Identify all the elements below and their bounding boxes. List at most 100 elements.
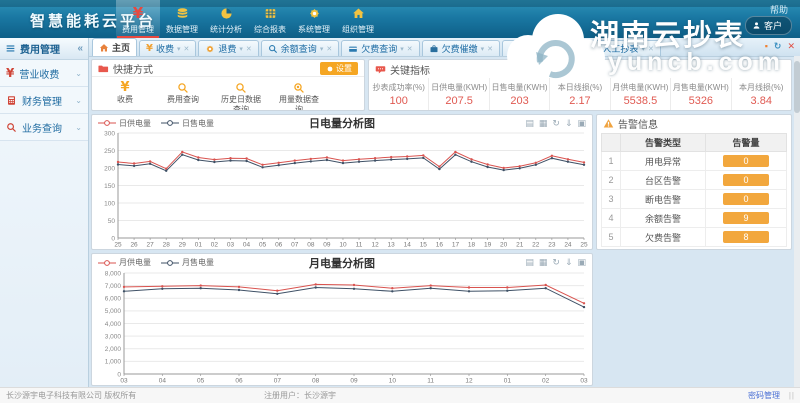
- tab-退费[interactable]: 退费▾✕: [198, 40, 258, 56]
- folder-icon: [98, 63, 109, 74]
- user-button[interactable]: 客户: [745, 16, 792, 35]
- svg-text:6,000: 6,000: [105, 296, 122, 303]
- database-icon: [176, 7, 189, 20]
- alarm-panel: 告警信息 告警类型告警量 1用电异常02台区告警03断电告警04余额告警95欠费…: [596, 114, 792, 250]
- chart-switch-icon[interactable]: ▦: [539, 119, 548, 128]
- shortcut-用量数据查询[interactable]: 用量数据查询: [276, 81, 322, 111]
- svg-text:05: 05: [197, 378, 205, 385]
- data-view-icon[interactable]: ▤: [525, 258, 534, 267]
- svg-text:01: 01: [504, 378, 512, 385]
- table-row[interactable]: 5欠费告警8: [602, 228, 787, 247]
- nav-item-费用管理[interactable]: ¥费用管理: [116, 0, 160, 38]
- svg-text:16: 16: [436, 242, 444, 249]
- alarm-column-header: [602, 134, 621, 152]
- svg-text:13: 13: [388, 242, 396, 249]
- legend-item-日供电量[interactable]: 日供电量: [98, 118, 151, 129]
- content-area: 快捷方式 设置 ¥收费费用查询历史日数据查询用量数据查询 关键指标 抄表成功率(…: [89, 57, 800, 388]
- svg-text:06: 06: [275, 242, 283, 249]
- settings-button[interactable]: 设置: [320, 62, 358, 75]
- sidebar-item-营业收费[interactable]: ¥营业收费⌄: [0, 60, 88, 87]
- download-icon[interactable]: ⇓: [565, 258, 573, 267]
- svg-text:07: 07: [274, 378, 282, 385]
- chevron-down-icon: ⌄: [75, 96, 82, 105]
- svg-text:3,000: 3,000: [105, 333, 122, 340]
- tab-欠费查询[interactable]: 欠费查询▾✕: [341, 40, 419, 56]
- password-manage-link[interactable]: 密码管理: [748, 390, 780, 401]
- table-row[interactable]: 1用电异常0: [602, 152, 787, 171]
- table-row[interactable]: 4余额告警9: [602, 209, 787, 228]
- caret-down-icon[interactable]: ▾: [177, 45, 181, 53]
- legend-item-月供电量[interactable]: 月供电量: [98, 257, 151, 268]
- close-tab-icon[interactable]: ✕: [648, 45, 654, 53]
- orange-square-icon[interactable]: ▪: [765, 42, 768, 51]
- save-image-icon[interactable]: ▣: [577, 258, 586, 267]
- shortcut-历史日数据查询[interactable]: 历史日数据查询: [218, 81, 264, 111]
- close-tab-icon[interactable]: ✕: [184, 45, 190, 53]
- legend-item-月售电量[interactable]: 月售电量: [161, 257, 214, 268]
- nav-item-综合报表[interactable]: 综合报表: [248, 0, 292, 38]
- svg-text:8,000: 8,000: [105, 270, 122, 277]
- svg-text:23: 23: [548, 242, 556, 249]
- shortcut-label: 用量数据查询: [276, 95, 322, 111]
- svg-text:09: 09: [323, 242, 331, 249]
- close-tab-icon[interactable]: ✕: [407, 45, 413, 53]
- svg-text:50: 50: [108, 218, 116, 225]
- nav-item-数据管理[interactable]: 数据管理: [160, 0, 204, 38]
- vertical-scrollbar[interactable]: [794, 56, 800, 387]
- caret-down-icon[interactable]: ▾: [561, 45, 565, 53]
- save-image-icon[interactable]: ▣: [577, 119, 586, 128]
- caret-down-icon[interactable]: ▾: [239, 45, 243, 53]
- shortcuts-title: 快捷方式: [113, 61, 153, 76]
- help-link[interactable]: 帮助: [770, 3, 788, 16]
- svg-text:17: 17: [452, 242, 460, 249]
- kpi-月售电量(KWH): 月售电量(KWH)5326: [670, 78, 730, 110]
- close-tab-icon[interactable]: ✕: [568, 45, 574, 53]
- table-row[interactable]: 3断电告警0: [602, 190, 787, 209]
- sidebar-item-财务管理[interactable]: 财务管理⌄: [0, 87, 88, 114]
- caret-down-icon[interactable]: ▾: [641, 45, 645, 53]
- caret-down-icon[interactable]: ▾: [481, 45, 485, 53]
- copyright-text: 长沙源宇电子科技有限公司 版权所有: [6, 390, 136, 401]
- sidebar-header[interactable]: 费用管理 «: [0, 38, 88, 60]
- kpi-label: 本日线损(%): [558, 82, 602, 93]
- main-nav: ¥费用管理数据管理统计分析综合报表系统管理组织管理: [116, 0, 380, 38]
- tab-收费[interactable]: ¥收费▾✕: [139, 40, 196, 56]
- svg-text:5,000: 5,000: [105, 308, 122, 315]
- footer-handle-icon[interactable]: ||: [789, 391, 795, 400]
- nav-item-统计分析[interactable]: 统计分析: [204, 0, 248, 38]
- svg-text:03: 03: [227, 242, 235, 249]
- tab-余额查询[interactable]: 余额查询▾✕: [261, 40, 339, 56]
- table-row[interactable]: 2台区告警0: [602, 171, 787, 190]
- tab-主页[interactable]: 主页: [92, 38, 137, 56]
- nav-item-label: 系统管理: [298, 24, 330, 35]
- tab-人工抄表[interactable]: 人工抄表▾✕: [582, 40, 660, 56]
- caret-down-icon[interactable]: ▾: [320, 45, 324, 53]
- shortcut-收费[interactable]: ¥收费: [102, 81, 148, 105]
- caret-down-icon[interactable]: ▾: [400, 45, 404, 53]
- registered-user-text: 注册用户：长沙源宇: [264, 390, 336, 401]
- collapse-sidebar-icon[interactable]: «: [77, 43, 83, 54]
- scrollbar-thumb[interactable]: [794, 61, 800, 113]
- close-tab-icon[interactable]: ✕: [487, 45, 493, 53]
- restore-icon[interactable]: ↻: [552, 119, 560, 128]
- refresh-icon[interactable]: ↻: [774, 42, 782, 51]
- chart-switch-icon[interactable]: ▦: [539, 258, 548, 267]
- legend-label: 月供电量: [119, 257, 151, 268]
- close-tab-icon[interactable]: ✕: [246, 45, 252, 53]
- nav-item-系统管理[interactable]: 系统管理: [292, 0, 336, 38]
- sidebar-item-业务查询[interactable]: 业务查询⌄: [0, 114, 88, 141]
- tab-欠费催缴[interactable]: 欠费催缴▾✕: [422, 40, 500, 56]
- kpi-value: 203: [510, 95, 528, 107]
- data-view-icon[interactable]: ▤: [525, 119, 534, 128]
- tab-人工结算[interactable]: 人工结算▾✕: [502, 40, 580, 56]
- nav-item-组织管理[interactable]: 组织管理: [336, 0, 380, 38]
- shortcut-费用查询[interactable]: 费用查询: [160, 81, 206, 105]
- close-icon[interactable]: ✕: [787, 42, 795, 51]
- kpi-日售电量(KWH): 日售电量(KWH)203: [489, 78, 549, 110]
- download-icon[interactable]: ⇓: [565, 119, 573, 128]
- svg-text:03: 03: [120, 378, 128, 385]
- legend-item-日售电量[interactable]: 日售电量: [161, 118, 214, 129]
- close-tab-icon[interactable]: ✕: [326, 45, 332, 53]
- restore-icon[interactable]: ↻: [552, 258, 560, 267]
- alarm-count-cell: 0: [706, 152, 787, 171]
